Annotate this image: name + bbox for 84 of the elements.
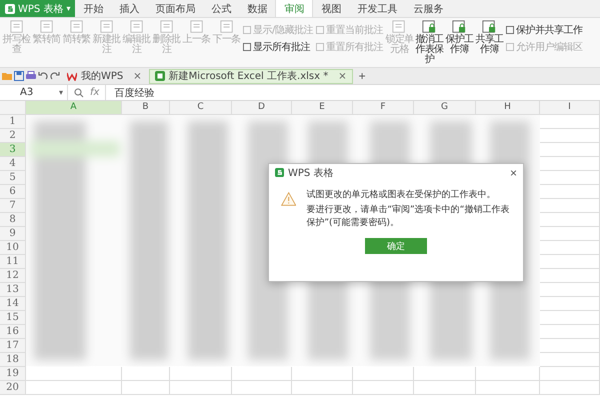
column-header[interactable]: B: [122, 101, 170, 115]
row-number[interactable]: 14: [0, 297, 26, 311]
name-box[interactable]: A3 ▾: [0, 85, 68, 100]
dialog-message: 试图更改的单元格或图表在受保护的工作表中。: [306, 189, 496, 202]
document-tab[interactable]: 我的WPS ×: [62, 68, 147, 84]
select-all-corner[interactable]: [0, 101, 26, 115]
sheet-cell[interactable]: [414, 367, 476, 381]
row-number[interactable]: 9: [0, 227, 26, 241]
menu-tab[interactable]: 开始: [75, 0, 112, 17]
dialog-title: WPS 表格: [288, 166, 334, 180]
menu-tab[interactable]: 公式: [203, 0, 240, 17]
row-number[interactable]: 10: [0, 241, 26, 255]
sheet-cell[interactable]: [540, 367, 600, 381]
menu-tab[interactable]: 数据: [239, 0, 276, 17]
new-tab-button[interactable]: +: [354, 69, 370, 83]
row-number[interactable]: 19: [0, 367, 26, 381]
column-header[interactable]: I: [540, 101, 600, 115]
sheet-cell[interactable]: [414, 381, 476, 395]
print-icon[interactable]: [26, 71, 36, 81]
save-icon[interactable]: [14, 71, 24, 81]
sheet-cell[interactable]: [26, 381, 122, 395]
row-number[interactable]: 4: [0, 157, 26, 171]
ribbon-button[interactable]: 保护工作簿: [444, 19, 474, 56]
sheet-cell[interactable]: [122, 367, 170, 381]
menu-tab[interactable]: 插入: [111, 0, 148, 17]
function-label[interactable]: fx: [90, 87, 100, 98]
sheet-cell[interactable]: [353, 381, 414, 395]
menu-tab[interactable]: 视图: [313, 0, 350, 17]
zoom-icon[interactable]: [74, 88, 84, 98]
row-number[interactable]: 11: [0, 255, 26, 269]
sheet-cell[interactable]: [26, 367, 122, 381]
ribbon-button[interactable]: 保护并共享工作: [504, 23, 584, 37]
row-number[interactable]: 16: [0, 325, 26, 339]
ribbon-button[interactable]: 共享工作簿: [474, 19, 504, 56]
column-header[interactable]: C: [170, 101, 232, 115]
column-header[interactable]: F: [353, 101, 414, 115]
app-menu-button[interactable]: WPS 表格 ▾: [0, 0, 76, 17]
sheet-cell[interactable]: [232, 367, 292, 381]
folder-icon[interactable]: [2, 71, 12, 81]
column-header[interactable]: G: [414, 101, 476, 115]
row-number[interactable]: 7: [0, 199, 26, 213]
spreadsheet-icon: [154, 71, 165, 81]
row-number[interactable]: 20: [0, 381, 26, 395]
document-tab[interactable]: 新建Microsoft Excel 工作表.xlsx * ×: [148, 68, 353, 84]
sheet-cell[interactable]: [476, 381, 540, 395]
w-logo-icon: [67, 72, 77, 80]
sheet-cell[interactable]: [292, 367, 353, 381]
row-number[interactable]: 12: [0, 269, 26, 283]
ok-button[interactable]: 确定: [365, 238, 427, 254]
column-header[interactable]: D: [232, 101, 292, 115]
dialog-message: 要进行更改，请单击“审阅”选项卡中的“撤销工作表保护”(可能需要密码)。: [306, 204, 510, 230]
row-number[interactable]: 2: [0, 129, 26, 143]
column-header[interactable]: E: [292, 101, 353, 115]
app-logo-icon: [5, 4, 15, 14]
close-button[interactable]: ×: [510, 166, 517, 180]
column-header[interactable]: A: [26, 101, 122, 115]
sheet-cell[interactable]: [353, 367, 414, 381]
menu-tab[interactable]: 页面布局: [147, 0, 204, 17]
row-number[interactable]: 1: [0, 115, 26, 129]
ribbon-button[interactable]: 显示所有批注: [242, 40, 314, 54]
row-number[interactable]: 6: [0, 185, 26, 199]
row-number[interactable]: 17: [0, 339, 26, 353]
ribbon-button[interactable]: 撤消工作表保护: [414, 19, 444, 66]
menu-tab[interactable]: 开发工具: [349, 0, 406, 17]
row-number[interactable]: 8: [0, 213, 26, 227]
sheet-cell[interactable]: [170, 381, 232, 395]
redo-icon[interactable]: [50, 71, 60, 81]
menu-tab[interactable]: 云服务: [405, 0, 452, 17]
row-number[interactable]: 15: [0, 311, 26, 325]
sheet-cell[interactable]: [476, 367, 540, 381]
undo-icon[interactable]: [38, 71, 48, 81]
formula-field[interactable]: 百度经验: [105, 85, 600, 100]
sheet-cell[interactable]: [170, 367, 232, 381]
app-logo-icon: [275, 168, 284, 177]
sheet-cell[interactable]: [232, 381, 292, 395]
sheet-cell[interactable]: [540, 381, 600, 395]
sheet-cell[interactable]: [292, 381, 353, 395]
row-number[interactable]: 18: [0, 353, 26, 367]
row-number[interactable]: 3: [0, 143, 26, 157]
sheet-cell[interactable]: [122, 381, 170, 395]
column-header[interactable]: H: [476, 101, 540, 115]
row-number[interactable]: 13: [0, 283, 26, 297]
menu-tab[interactable]: 审阅: [275, 0, 314, 17]
row-number[interactable]: 5: [0, 171, 26, 185]
